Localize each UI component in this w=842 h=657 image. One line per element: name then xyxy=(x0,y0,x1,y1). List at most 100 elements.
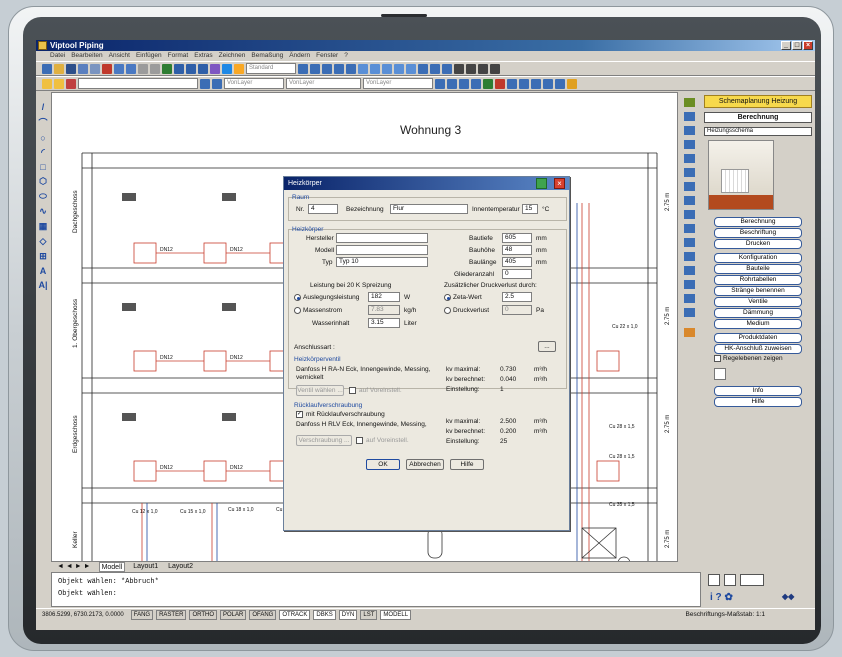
toggle-lst[interactable]: LST xyxy=(360,609,378,620)
menu-item-einfuegen[interactable]: Einfügen xyxy=(136,51,162,61)
dialog-close-button[interactable]: × xyxy=(554,178,565,189)
explode-icon[interactable] xyxy=(684,308,695,317)
design-center-icon[interactable] xyxy=(222,63,232,74)
cancel-button[interactable]: Abbrechen xyxy=(406,459,444,470)
checkbox-box[interactable] xyxy=(714,355,721,362)
massen-input[interactable]: 7.83 xyxy=(368,305,400,315)
polygon-icon[interactable]: ⬡ xyxy=(39,176,47,187)
toggle-ortho[interactable]: ORTHO xyxy=(189,609,217,620)
undo-icon[interactable] xyxy=(138,63,148,74)
array-icon[interactable] xyxy=(684,154,695,163)
toggle-polar[interactable]: POLAR xyxy=(220,609,247,620)
panel-list-label[interactable]: Heizungsschema xyxy=(704,127,812,136)
voreinst-checkbox[interactable] xyxy=(349,387,356,394)
btn-konfiguration[interactable]: Konfiguration xyxy=(714,253,802,263)
info-icon[interactable] xyxy=(567,78,577,89)
grid-icon[interactable] xyxy=(459,78,469,89)
typ-input[interactable]: Typ 10 xyxy=(336,257,428,267)
color-combo[interactable]: VonLayer xyxy=(224,78,284,89)
zoom-window-icon[interactable] xyxy=(186,63,196,74)
chamfer-icon[interactable] xyxy=(684,280,695,289)
dialog-pin-icon[interactable] xyxy=(536,178,547,189)
move-icon[interactable] xyxy=(684,168,695,177)
pump-tool-icon[interactable] xyxy=(382,63,392,74)
panel-header[interactable]: Schemaplanung Heizung xyxy=(704,95,812,108)
command-line[interactable]: Objekt wählen: *Abbruch* Objekt wählen: xyxy=(51,572,701,607)
close-button[interactable]: × xyxy=(803,41,813,50)
toggle-otrack[interactable]: OTRACK xyxy=(279,609,311,620)
pipe-tool-icon[interactable] xyxy=(358,63,368,74)
tab-layout1[interactable]: Layout1 xyxy=(131,562,160,572)
zoom-extents-icon[interactable] xyxy=(724,574,736,586)
insert-icon[interactable] xyxy=(334,63,344,74)
dimension-icon[interactable] xyxy=(454,63,464,74)
polyline-icon[interactable]: ⌒ xyxy=(38,116,47,129)
rotate-icon[interactable] xyxy=(684,182,695,191)
maximize-button[interactable]: □ xyxy=(792,41,802,50)
menu-item-zeichnen[interactable]: Zeichnen xyxy=(219,51,246,61)
boiler-tool-icon[interactable] xyxy=(406,63,416,74)
rectangle-icon[interactable]: □ xyxy=(40,162,45,172)
menu-item-format[interactable]: Format xyxy=(168,51,189,61)
ausleg-input[interactable]: 182 xyxy=(368,292,400,302)
tab-modell[interactable]: Modell xyxy=(98,562,126,572)
list-icon[interactable] xyxy=(430,63,440,74)
btn-beschriftung[interactable]: Beschriftung xyxy=(714,228,802,238)
valve-tool-icon[interactable] xyxy=(370,63,380,74)
arc-icon[interactable]: ◜ xyxy=(41,147,45,158)
edit-icon[interactable] xyxy=(714,368,726,380)
table-icon[interactable] xyxy=(418,63,428,74)
offset-icon[interactable] xyxy=(684,140,695,149)
toggle-raster[interactable]: RASTER xyxy=(156,609,187,620)
toggle-fang[interactable]: FANG xyxy=(130,609,154,620)
wasser-input[interactable]: 3.15 xyxy=(368,318,400,328)
tab-layout2[interactable]: Layout2 xyxy=(166,562,195,572)
heat-icon[interactable] xyxy=(507,78,517,89)
btn-berechnung[interactable]: Berechnung xyxy=(714,217,802,227)
trim-icon[interactable] xyxy=(684,224,695,233)
print-icon[interactable] xyxy=(78,63,88,74)
modell-input[interactable] xyxy=(336,245,428,255)
layer-combo[interactable] xyxy=(78,78,198,89)
preview-icon[interactable] xyxy=(90,63,100,74)
text-style-icon[interactable] xyxy=(234,63,244,74)
export-icon[interactable] xyxy=(543,78,553,89)
massen-radio[interactable] xyxy=(294,307,301,314)
panel-mode-selector[interactable]: Berechnung xyxy=(704,112,812,123)
break-icon[interactable] xyxy=(684,252,695,261)
druck-radio[interactable] xyxy=(444,307,451,314)
properties-icon[interactable] xyxy=(210,63,220,74)
ellipse-icon[interactable]: ⬭ xyxy=(39,191,47,202)
circle-icon[interactable]: ○ xyxy=(40,133,45,143)
baulaenge-input[interactable]: 405 xyxy=(502,257,532,267)
cut-icon[interactable] xyxy=(102,63,112,74)
mtext-icon[interactable]: A| xyxy=(38,280,47,290)
toggle-modell[interactable]: MODELL xyxy=(380,609,412,620)
menu-item-ansicht[interactable]: Ansicht xyxy=(109,51,130,61)
layer-on-icon[interactable] xyxy=(54,78,64,89)
lineweight-combo[interactable]: VonLayer xyxy=(363,78,433,89)
toggle-ofang[interactable]: OFANG xyxy=(249,609,277,620)
extend-icon[interactable] xyxy=(684,238,695,247)
btn-produktdaten[interactable]: Produktdaten xyxy=(714,333,802,343)
zoom-previous-icon[interactable] xyxy=(198,63,208,74)
btn-daemmung[interactable]: Dämmung xyxy=(714,308,802,318)
ok-button[interactable]: OK xyxy=(366,459,400,470)
btn-hk-anschluss[interactable]: HK-Anschluß zuweisen xyxy=(714,344,802,354)
check-icon[interactable] xyxy=(483,78,493,89)
ventil-select-button[interactable]: Ventil wählen ... xyxy=(296,385,344,396)
layer-previous-icon[interactable] xyxy=(212,78,222,89)
info-button[interactable]: Info xyxy=(714,386,802,396)
make-current-icon[interactable] xyxy=(200,78,210,89)
bauhoehe-input[interactable]: 48 xyxy=(502,245,532,255)
layer-color-icon[interactable] xyxy=(66,78,76,89)
copy-icon[interactable] xyxy=(114,63,124,74)
text-icon[interactable] xyxy=(490,63,500,74)
anschluss-button[interactable]: ... xyxy=(538,341,556,352)
block-icon[interactable] xyxy=(322,63,332,74)
redo-icon[interactable] xyxy=(150,63,160,74)
menu-item-fenster[interactable]: Fenster xyxy=(316,51,338,61)
ausleg-radio[interactable] xyxy=(294,294,301,301)
layer-state-icon[interactable] xyxy=(310,63,320,74)
btn-ventile[interactable]: Ventile xyxy=(714,297,802,307)
